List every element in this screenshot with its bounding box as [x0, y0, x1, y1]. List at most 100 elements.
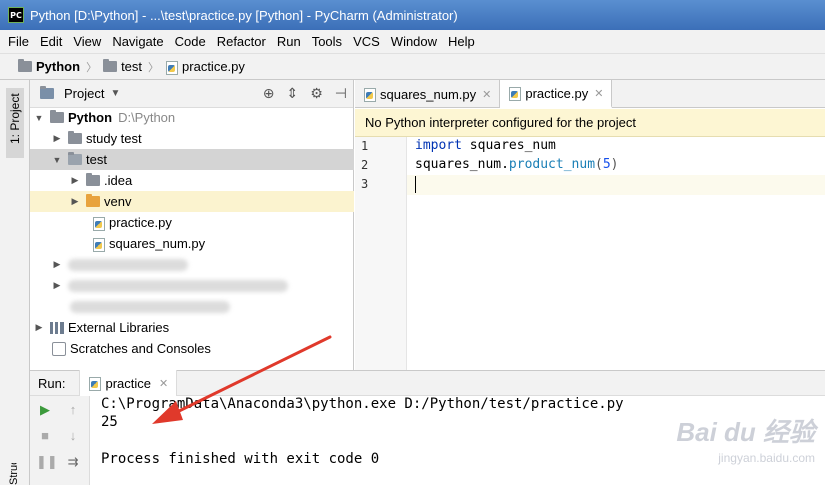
run-tab-label: practice [105, 375, 151, 391]
tree-item-venv[interactable]: ▶ venv [30, 191, 354, 212]
breadcrumb-item-test[interactable]: test [103, 59, 142, 74]
pause-icon[interactable]: ❚❚ [36, 454, 58, 470]
python-file-icon [92, 237, 105, 252]
line-number-gutter: 1 2 3 [355, 137, 407, 370]
run-tool-header: Run: practice ✕ [30, 370, 825, 396]
interpreter-warning-banner: No Python interpreter configured for the… [355, 109, 825, 137]
left-tool-strip: 1: Project Structure [0, 80, 30, 485]
menu-refactor[interactable]: Refactor [217, 34, 266, 49]
tree-item-blurred[interactable] [30, 296, 354, 317]
code-line-2: squares_num.product_num(5) [415, 157, 619, 172]
code-editor[interactable]: 1 2 3 import squares_num squares_num.pro… [355, 137, 825, 370]
run-label: Run: [38, 375, 66, 391]
chevron-right-icon: 〉 [148, 61, 160, 74]
menu-code[interactable]: Code [175, 34, 206, 49]
breadcrumb-item-python[interactable]: Python [18, 59, 80, 74]
tree-item-blurred[interactable]: ▶ [30, 254, 354, 275]
chevron-down-icon[interactable]: ▼ [52, 155, 62, 165]
project-panel-title[interactable]: Project [64, 86, 104, 101]
blurred-content [68, 279, 288, 292]
code-token: ( [595, 157, 603, 172]
tree-item-path: D:\Python [118, 110, 176, 125]
hide-icon[interactable]: ⊣ [335, 85, 347, 102]
menu-window[interactable]: Window [391, 34, 437, 49]
window-title: Python [D:\Python] - ...\test\practice.p… [30, 7, 458, 23]
menu-tools[interactable]: Tools [312, 34, 342, 49]
close-icon[interactable]: ✕ [482, 88, 491, 101]
soft-wrap-icon[interactable]: ⇉ [64, 454, 82, 470]
library-icon [50, 321, 64, 334]
code-token: squares_num [415, 157, 502, 172]
folder-icon [68, 131, 82, 144]
menu-vcs[interactable]: VCS [353, 34, 380, 49]
run-toolbar: ▶ ↑ ■ ↓ ❚❚ ⇉ [30, 396, 90, 485]
title-bar: PC Python [D:\Python] - ...\test\practic… [0, 0, 825, 30]
chevron-down-icon[interactable]: ▼ [110, 88, 120, 99]
menu-edit[interactable]: Edit [40, 34, 62, 49]
menu-run[interactable]: Run [277, 34, 301, 49]
tree-item-scratches[interactable]: Scratches and Consoles [30, 338, 354, 359]
breadcrumb-label: test [121, 59, 143, 74]
chevron-down-icon[interactable]: ▼ [34, 113, 44, 123]
tab-practice[interactable]: practice.py ✕ [500, 80, 613, 108]
folder-icon [18, 59, 32, 72]
tree-item-idea[interactable]: ▶ .idea [30, 170, 354, 191]
tab-squares-num[interactable]: squares_num.py ✕ [355, 80, 501, 108]
project-view-icon [40, 86, 54, 99]
project-panel: Project ▼ ⊕ ⇕ ⚙ ⊣ ▼ Python D:\Python ▶ s… [30, 80, 354, 370]
tree-item-label: squares_num.py [109, 236, 206, 251]
tree-item-label: study test [86, 131, 142, 146]
tree-item-study-test[interactable]: ▶ study test [30, 128, 354, 149]
python-file-icon [165, 60, 179, 75]
tree-item-external-libraries[interactable]: ▶ External Libraries [30, 317, 354, 338]
breadcrumb: Python 〉 test 〉 practice.py [0, 54, 825, 80]
number-token: 5 [602, 157, 611, 172]
close-icon[interactable]: ✕ [159, 377, 168, 390]
console-line: 25 [101, 414, 118, 430]
tree-item-label: External Libraries [68, 320, 170, 335]
code-line-1: import squares_num [415, 138, 556, 153]
python-file-icon [363, 87, 376, 102]
project-tool-tab-label: 1: Project [8, 93, 22, 144]
project-tool-tab[interactable]: 1: Project [6, 88, 24, 158]
tree-item-practice-py[interactable]: practice.py [30, 212, 354, 233]
blurred-content [70, 300, 230, 313]
close-icon[interactable]: ✕ [594, 87, 603, 100]
text-caret [415, 176, 416, 193]
run-tab-practice[interactable]: practice ✕ [79, 370, 178, 396]
scratches-icon [52, 341, 66, 356]
menu-file[interactable]: File [8, 34, 29, 49]
line-number: 3 [361, 177, 369, 191]
current-line-highlight [355, 175, 825, 195]
structure-tool-tab[interactable]: Structure [8, 463, 22, 485]
tree-item-label: Python [68, 110, 113, 125]
menu-help[interactable]: Help [448, 34, 475, 49]
tree-item-test[interactable]: ▼ test [30, 149, 354, 170]
chevron-right-icon[interactable]: ▶ [70, 196, 80, 207]
breadcrumb-item-practice[interactable]: practice.py [165, 59, 245, 75]
arrow-up-icon[interactable]: ↑ [64, 402, 82, 417]
chevron-right-icon[interactable]: ▶ [52, 259, 62, 270]
gear-icon[interactable]: ⚙ [310, 85, 323, 102]
tree-item-python[interactable]: ▼ Python D:\Python [30, 107, 354, 128]
collapse-all-icon[interactable]: ⇕ [287, 85, 299, 102]
chevron-right-icon[interactable]: ▶ [52, 133, 62, 144]
console-line: Process finished with exit code 0 [101, 451, 380, 467]
chevron-right-icon[interactable]: ▶ [52, 280, 62, 291]
editor-tab-bar: squares_num.py ✕ practice.py ✕ [355, 80, 825, 108]
blurred-content [68, 258, 188, 271]
tree-item-squares-num-py[interactable]: squares_num.py [30, 233, 354, 254]
arrow-down-icon[interactable]: ↓ [64, 428, 82, 443]
rerun-icon[interactable]: ▶ [36, 402, 54, 418]
watermark-logo-text: Bai du 经验 [676, 417, 815, 447]
tree-item-blurred[interactable]: ▶ [30, 275, 354, 296]
pycharm-app-icon: PC [8, 7, 24, 23]
folder-icon [103, 59, 118, 72]
chevron-right-icon: 〉 [86, 61, 98, 74]
locate-icon[interactable]: ⊕ [263, 85, 275, 102]
menu-navigate[interactable]: Navigate [112, 34, 163, 49]
stop-icon[interactable]: ■ [36, 428, 54, 443]
menu-view[interactable]: View [73, 34, 101, 49]
chevron-right-icon[interactable]: ▶ [70, 175, 80, 186]
chevron-right-icon[interactable]: ▶ [34, 322, 44, 333]
